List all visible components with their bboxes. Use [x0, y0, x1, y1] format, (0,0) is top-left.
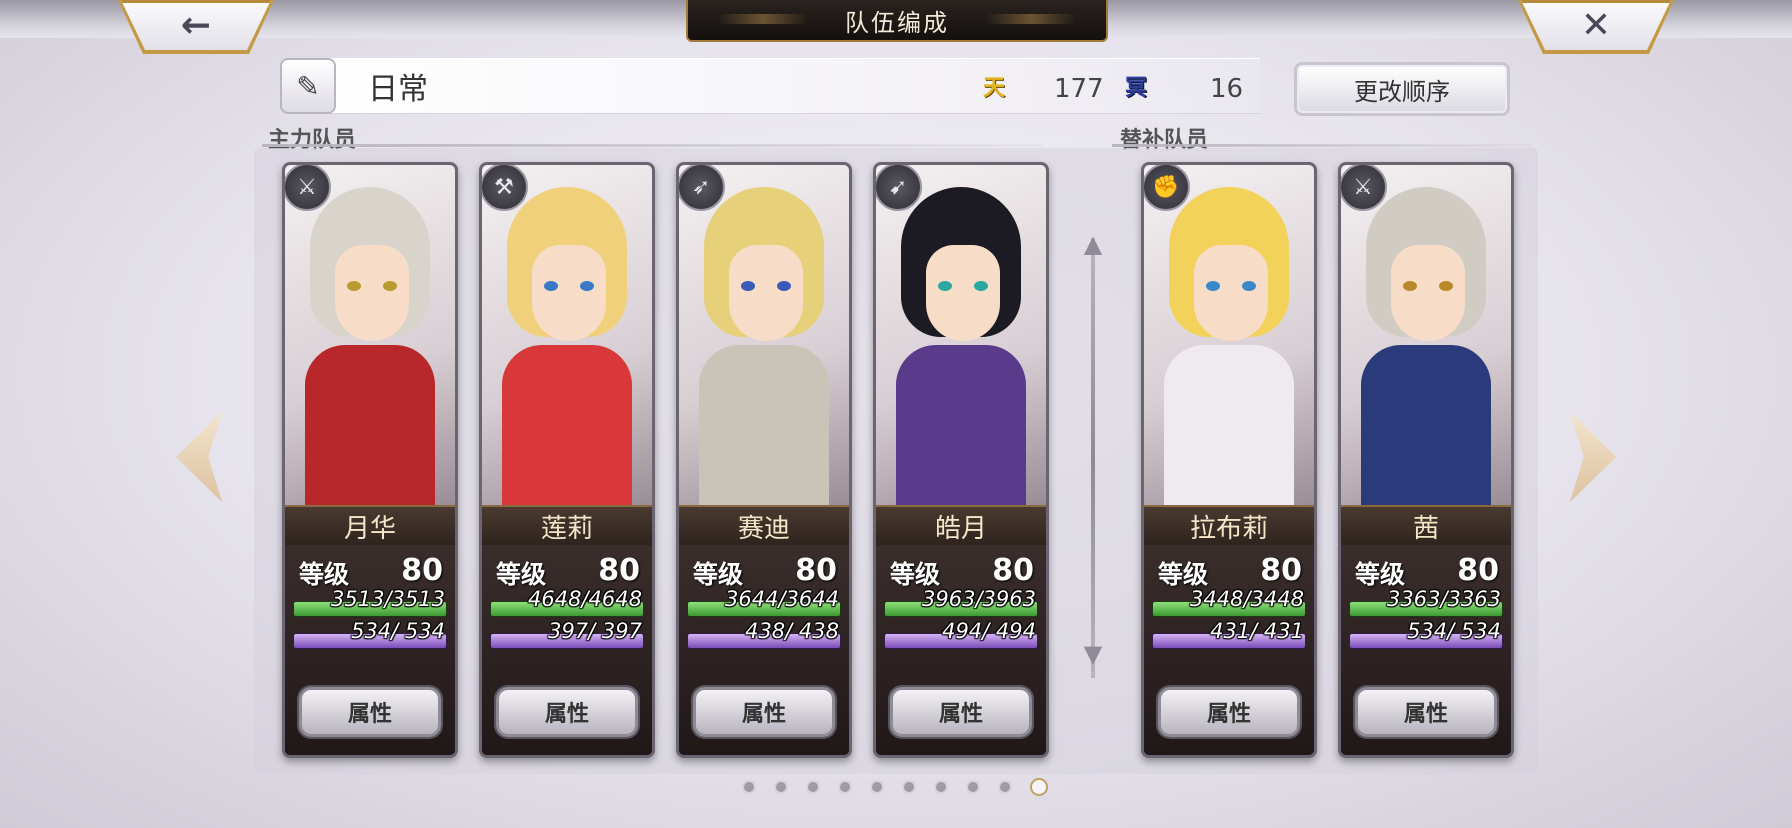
- ming-value: 16: [1210, 74, 1244, 104]
- character-card[interactable]: ⚔ 月华 等级 80 3513/3513 534/ 534 属性: [282, 162, 458, 758]
- change-order-button[interactable]: 更改顺序: [1294, 62, 1510, 116]
- page-title: 队伍编成: [686, 0, 1108, 42]
- mp-value: 534/ 534: [351, 619, 445, 643]
- sword-icon: ⚔: [1341, 165, 1387, 211]
- mp-value: 494/ 494: [942, 619, 1036, 643]
- character-portrait[interactable]: [482, 165, 652, 515]
- attributes-button[interactable]: 属性: [1355, 687, 1497, 737]
- ming-icon: 冥: [1124, 76, 1147, 101]
- sub-members-divider: [1112, 144, 1532, 147]
- mp-value: 534/ 534: [1407, 619, 1501, 643]
- next-team-arrow[interactable]: [1570, 412, 1616, 502]
- level-row: 等级 80: [1341, 553, 1511, 589]
- character-portrait[interactable]: [1341, 165, 1511, 515]
- page-dot[interactable]: [806, 780, 820, 794]
- level-label: 等级: [299, 560, 350, 589]
- page-dot[interactable]: [1030, 778, 1048, 796]
- spear-icon: ➶: [679, 165, 725, 211]
- hp-value: 3644/3644: [725, 587, 839, 611]
- level-row: 等级 80: [876, 553, 1046, 589]
- edit-team-name-button[interactable]: ✎: [280, 58, 336, 114]
- hp-value: 3963/3963: [922, 587, 1036, 611]
- attributes-button[interactable]: 属性: [890, 687, 1032, 737]
- level-label: 等级: [496, 560, 547, 589]
- level-value: 80: [992, 553, 1034, 588]
- level-value: 80: [598, 553, 640, 588]
- character-portrait[interactable]: [876, 165, 1046, 515]
- level-row: 等级 80: [285, 553, 455, 589]
- level-label: 等级: [890, 560, 941, 589]
- attributes-button[interactable]: 属性: [299, 687, 441, 737]
- character-card[interactable]: ➹ 皓月 等级 80 3963/3963 494/ 494 属性: [873, 162, 1049, 758]
- level-row: 等级 80: [482, 553, 652, 589]
- sword-icon: ⚔: [285, 165, 331, 211]
- team-pager: [742, 778, 1048, 796]
- bow-icon: ➹: [876, 165, 922, 211]
- divider-down-icon: ▼: [1083, 640, 1103, 668]
- close-icon: ✕: [1580, 4, 1612, 46]
- level-label: 等级: [1355, 560, 1406, 589]
- page-dot[interactable]: [998, 780, 1012, 794]
- page-dot[interactable]: [870, 780, 884, 794]
- character-name: 莲莉: [482, 505, 652, 547]
- tian-value: 177: [1054, 74, 1104, 104]
- team-name: 日常: [368, 72, 428, 107]
- close-button[interactable]: ✕: [1521, 0, 1671, 50]
- character-card[interactable]: ✊ 拉布莉 等级 80 3448/3448 431/ 431 属性: [1141, 162, 1317, 758]
- page-dot[interactable]: [838, 780, 852, 794]
- level-value: 80: [1457, 553, 1499, 588]
- tian-icon: 天: [982, 76, 1005, 101]
- hp-value: 3513/3513: [331, 587, 445, 611]
- mp-value: 438/ 438: [745, 619, 839, 643]
- main-sub-divider: [1091, 238, 1095, 678]
- mp-value: 397/ 397: [548, 619, 642, 643]
- hp-value: 3363/3363: [1387, 587, 1501, 611]
- back-arrow-icon: ←: [180, 4, 212, 46]
- pen-icon: ✎: [296, 69, 320, 103]
- level-value: 80: [401, 553, 443, 588]
- back-button[interactable]: ←: [121, 0, 271, 50]
- character-portrait[interactable]: [679, 165, 849, 515]
- character-card[interactable]: ➶ 赛迪 等级 80 3644/3644 438/ 438 属性: [676, 162, 852, 758]
- character-card[interactable]: ⚔ 茜 等级 80 3363/3363 534/ 534 属性: [1338, 162, 1514, 758]
- level-label: 等级: [1158, 560, 1209, 589]
- attributes-button[interactable]: 属性: [1158, 687, 1300, 737]
- level-row: 等级 80: [679, 553, 849, 589]
- level-value: 80: [795, 553, 837, 588]
- hp-value: 4648/4648: [528, 587, 642, 611]
- prev-team-arrow[interactable]: [176, 412, 222, 502]
- character-card[interactable]: ⚒ 莲莉 等级 80 4648/4648 397/ 397 属性: [479, 162, 655, 758]
- character-name: 皓月: [876, 505, 1046, 547]
- level-label: 等级: [693, 560, 744, 589]
- character-name: 茜: [1341, 505, 1511, 547]
- attributes-button[interactable]: 属性: [693, 687, 835, 737]
- character-portrait[interactable]: [285, 165, 455, 515]
- level-value: 80: [1260, 553, 1302, 588]
- fist-icon: ✊: [1144, 165, 1190, 211]
- character-name: 拉布莉: [1144, 505, 1314, 547]
- character-portrait[interactable]: [1144, 165, 1314, 515]
- mp-value: 431/ 431: [1210, 619, 1304, 643]
- main-members-divider: [262, 144, 1042, 147]
- hp-value: 3448/3448: [1190, 587, 1304, 611]
- page-dot[interactable]: [966, 780, 980, 794]
- attributes-button[interactable]: 属性: [496, 687, 638, 737]
- level-row: 等级 80: [1144, 553, 1314, 589]
- page-dot[interactable]: [742, 780, 756, 794]
- character-name: 月华: [285, 505, 455, 547]
- character-name: 赛迪: [679, 505, 849, 547]
- divider-up-icon: ▲: [1083, 230, 1103, 258]
- page-dot[interactable]: [902, 780, 916, 794]
- page-dot[interactable]: [774, 780, 788, 794]
- page-dot[interactable]: [934, 780, 948, 794]
- team-name-bar: [310, 58, 1260, 114]
- axe-icon: ⚒: [482, 165, 528, 211]
